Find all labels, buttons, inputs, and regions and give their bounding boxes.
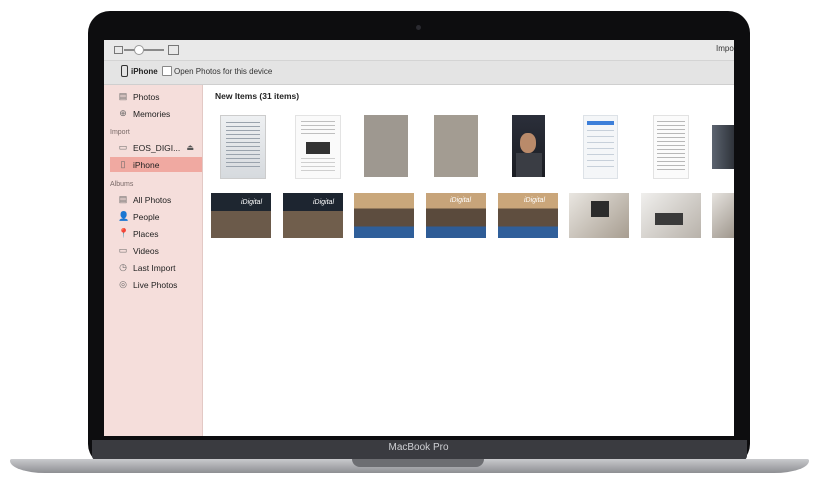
drive-icon: ▭ — [118, 142, 128, 152]
open-photos-label[interactable]: Open Photos for this device — [174, 67, 272, 76]
thumbnail-selfie[interactable] — [512, 115, 545, 177]
sidebar-item-all-photos[interactable]: ▤ All Photos — [110, 192, 202, 207]
iphone-icon: ▯ — [120, 159, 126, 169]
open-photos-checkbox[interactable] — [162, 66, 172, 76]
sidebar-item-eos-digital[interactable]: ▭ EOS_DIGI... ⏏ — [110, 140, 202, 155]
zoom-slider[interactable] — [124, 49, 164, 51]
live-photos-icon: ◎ — [119, 279, 127, 289]
thumbnail-store-display[interactable] — [641, 193, 701, 238]
thumbnail-phone-screenshot[interactable] — [583, 115, 618, 179]
thumbnail-store-event[interactable]: iDigital — [498, 193, 558, 238]
store-sign-text: iDigital — [524, 197, 546, 204]
iphone-icon — [121, 65, 128, 77]
sidebar-item-people[interactable]: 👤 People — [110, 209, 202, 224]
all-photos-icon: ▤ — [118, 194, 128, 204]
title-bar: Impo — [104, 40, 734, 61]
sidebar-item-places[interactable]: 📍 Places — [110, 226, 202, 241]
thumbnail-blank-gray[interactable] — [434, 115, 478, 177]
eject-icon[interactable]: ⏏ — [186, 143, 194, 152]
store-sign-text: iDigital — [450, 197, 472, 204]
photos-icon: ▤ — [118, 91, 128, 101]
sidebar: ▤ Photos ⊕ Memories Import ▭ EOS_DIGI...… — [104, 85, 203, 436]
thumbnail-store-event[interactable] — [354, 193, 414, 238]
store-sign-text: iDigital — [313, 199, 335, 206]
new-items-title: New Items (31 items) — [215, 91, 300, 101]
photos-window: Impo iPhone Open Photos for this device … — [104, 40, 734, 436]
import-heading: Import — [110, 129, 130, 136]
videos-icon: ▭ — [118, 245, 128, 255]
zoom-large-icon — [168, 45, 179, 55]
macbook-pro-label: MacBook Pro — [388, 442, 449, 453]
camera — [416, 25, 421, 30]
thumbnail-store-event[interactable]: iDigital — [426, 193, 486, 238]
laptop-notch — [352, 459, 484, 467]
sidebar-item-photos[interactable]: ▤ Photos — [110, 89, 202, 104]
places-icon: 📍 — [118, 228, 130, 238]
clock-icon: ◷ — [119, 262, 127, 272]
sidebar-item-videos[interactable]: ▭ Videos — [110, 243, 202, 258]
zoom-small-icon — [114, 46, 123, 54]
thumbnail-store-display[interactable] — [569, 193, 629, 238]
sidebar-item-iphone[interactable]: ▯ iPhone — [110, 157, 202, 172]
sidebar-item-memories[interactable]: ⊕ Memories — [110, 106, 202, 121]
thumbnail-blank-gray[interactable] — [364, 115, 408, 177]
thumbnail-store-front[interactable]: iDigital — [211, 193, 271, 238]
people-icon: 👤 — [118, 211, 130, 221]
import-toolbar: iPhone Open Photos for this device — [104, 61, 734, 85]
thumbnail-document-screenshot[interactable] — [653, 115, 689, 179]
thumbnail-store-front[interactable]: iDigital — [283, 193, 343, 238]
albums-heading: Albums — [110, 181, 134, 188]
sidebar-item-live-photos[interactable]: ◎ Live Photos — [110, 277, 202, 292]
thumbnail-document-scan[interactable] — [220, 115, 266, 179]
memories-icon: ⊕ — [119, 108, 127, 118]
store-sign-text: iDigital — [241, 199, 263, 206]
zoom-slider-knob[interactable] — [134, 45, 144, 55]
window-title: Impo — [716, 44, 734, 53]
sidebar-item-last-import[interactable]: ◷ Last Import — [110, 260, 202, 275]
thumbnail-people-cropped[interactable] — [712, 125, 734, 169]
thumbnail-store-display[interactable] — [712, 193, 734, 238]
import-content: New Items (31 items) iDigital iDigital i… — [203, 85, 734, 436]
thumbnail-document-screenshot[interactable] — [295, 115, 341, 179]
device-name: iPhone — [131, 67, 158, 76]
